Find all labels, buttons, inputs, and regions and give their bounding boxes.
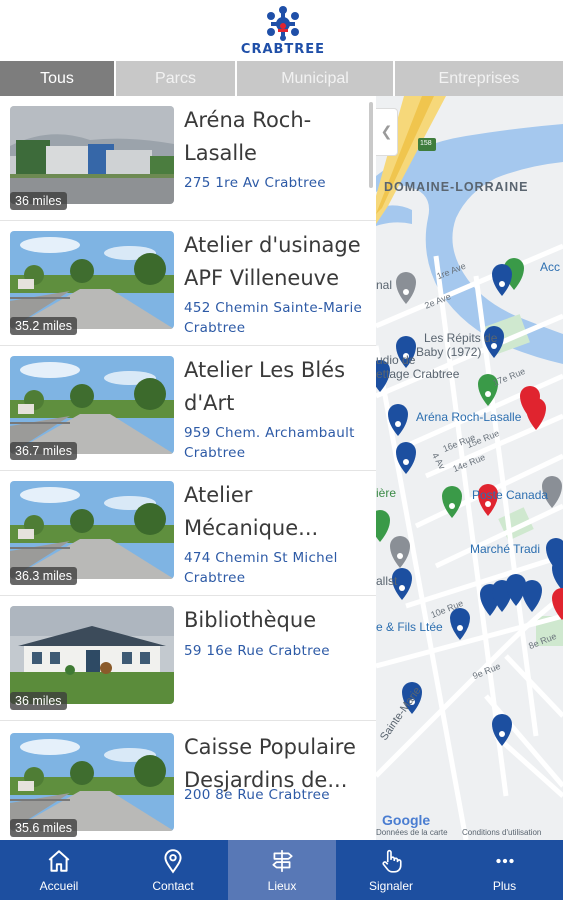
more-dots-icon bbox=[495, 858, 514, 863]
map-label-poste: Poste Canada bbox=[472, 488, 549, 502]
map-label-allst: allst bbox=[376, 574, 398, 588]
pointer-hand-icon bbox=[382, 849, 402, 873]
place-address: 59 16e Rue Crabtree bbox=[184, 643, 330, 659]
place-name: Atelier Les Blés d'Art bbox=[184, 358, 346, 415]
street-photo bbox=[10, 356, 174, 454]
tab-entreprises[interactable]: Entreprises bbox=[395, 61, 563, 96]
map-label-baby: Baby (1972) bbox=[416, 345, 482, 359]
tab-tous[interactable]: Tous bbox=[0, 61, 116, 96]
map-label-stylisme: ettage Crabtree bbox=[376, 367, 460, 381]
snowflake-logo-icon bbox=[267, 6, 299, 41]
map-view[interactable]: DOMAINE-LORRAINE 158 Aréna Roch-Lasalle … bbox=[376, 96, 563, 840]
place-name: Atelier d'usinage APF Villeneuve bbox=[184, 233, 361, 290]
place-address: 452 Chemin Sainte-Marie Crabtree bbox=[184, 300, 363, 336]
list-item[interactable]: 36 miles Bibliothèque 59 16e Rue Crabtre… bbox=[0, 596, 376, 721]
crabtree-logo: CRABTREE bbox=[232, 4, 334, 58]
map-label-riere: ière bbox=[376, 486, 397, 500]
home-icon bbox=[48, 849, 70, 872]
nav-label: Signaler bbox=[368, 878, 414, 893]
tab-parcs[interactable]: Parcs bbox=[116, 61, 237, 96]
nav-label: Lieux bbox=[267, 878, 297, 893]
distance-badge: 36.7 miles bbox=[10, 442, 77, 460]
chevron-left-icon: ❮ bbox=[380, 124, 393, 140]
place-address: 275 1re Av Crabtree bbox=[184, 175, 326, 191]
nav-contact[interactable]: Contact bbox=[118, 840, 228, 900]
map-label-repits: Les Répits de bbox=[424, 331, 498, 345]
map-label-fils: e & Fils Ltée bbox=[376, 620, 443, 634]
nav-accueil[interactable]: Accueil bbox=[0, 840, 118, 900]
collapse-list-button[interactable]: ❮ bbox=[376, 108, 398, 156]
logo-text: CRABTREE bbox=[240, 42, 326, 57]
signpost-icon bbox=[272, 849, 293, 872]
map-label-acc: Acc bbox=[540, 260, 561, 274]
nav-plus[interactable]: Plus bbox=[446, 840, 563, 900]
place-address: 474 Chemin St Michel Crabtree bbox=[184, 550, 338, 586]
nav-label: Accueil bbox=[39, 878, 79, 893]
bottom-navigation: Accueil Contact Lieux Signaler Plus bbox=[0, 840, 563, 900]
place-name: Aréna Roch-Lasalle bbox=[184, 108, 312, 165]
place-name: Bibliothèque bbox=[184, 608, 317, 632]
nav-lieux[interactable]: Lieux bbox=[228, 840, 336, 900]
list-item[interactable]: 35.6 miles Caisse Populaire Desjardins d… bbox=[0, 721, 376, 840]
google-logo: Google bbox=[382, 812, 431, 828]
tab-municipal[interactable]: Municipal bbox=[237, 61, 395, 96]
distance-badge: 36 miles bbox=[10, 692, 67, 710]
app-header: CRABTREE bbox=[0, 0, 563, 61]
street-photo bbox=[10, 231, 174, 329]
list-item[interactable]: 35.2 miles Atelier d'usinage APF Villene… bbox=[0, 221, 376, 346]
map-label-arena: Aréna Roch-Lasalle bbox=[416, 410, 522, 424]
category-tabs: Tous Parcs Municipal Entreprises bbox=[0, 61, 563, 96]
map-label-domaine: DOMAINE-LORRAINE bbox=[384, 180, 529, 194]
list-item[interactable]: 36 miles Aréna Roch-Lasalle 275 1re Av C… bbox=[0, 96, 376, 221]
map-label-nal: nal bbox=[376, 278, 393, 292]
map-label-studio: udio de bbox=[376, 353, 416, 367]
nav-label: Plus bbox=[492, 878, 517, 893]
distance-badge: 35.6 miles bbox=[10, 819, 77, 837]
map-data-attribution[interactable]: Données de la carte bbox=[376, 828, 448, 837]
place-name: Atelier Mécanique... bbox=[184, 483, 319, 540]
nav-label: Contact bbox=[152, 878, 194, 893]
distance-badge: 36.3 miles bbox=[10, 567, 77, 585]
location-pin-icon bbox=[164, 848, 182, 874]
scrollbar[interactable] bbox=[369, 102, 373, 188]
distance-badge: 35.2 miles bbox=[10, 317, 77, 335]
place-address: 959 Chem. Archambault Crabtree bbox=[184, 425, 355, 461]
list-item[interactable]: 36.3 miles Atelier Mécanique... 474 Chem… bbox=[0, 471, 376, 596]
street-photo bbox=[10, 481, 174, 579]
place-address: 200 8e Rue Crabtree bbox=[184, 787, 330, 803]
list-item[interactable]: 36.7 miles Atelier Les Blés d'Art 959 Ch… bbox=[0, 346, 376, 471]
places-list[interactable]: 36 miles Aréna Roch-Lasalle 275 1re Av C… bbox=[0, 96, 376, 840]
street-photo bbox=[10, 733, 174, 831]
distance-badge: 36 miles bbox=[10, 192, 67, 210]
map-label-marche: Marché Tradi bbox=[470, 542, 541, 556]
library-photo bbox=[10, 606, 174, 704]
arena-photo bbox=[10, 106, 174, 204]
map-terms-link[interactable]: Conditions d'utilisation bbox=[462, 828, 541, 837]
nav-signaler[interactable]: Signaler bbox=[336, 840, 446, 900]
route-shield-label: 158 bbox=[420, 140, 432, 147]
